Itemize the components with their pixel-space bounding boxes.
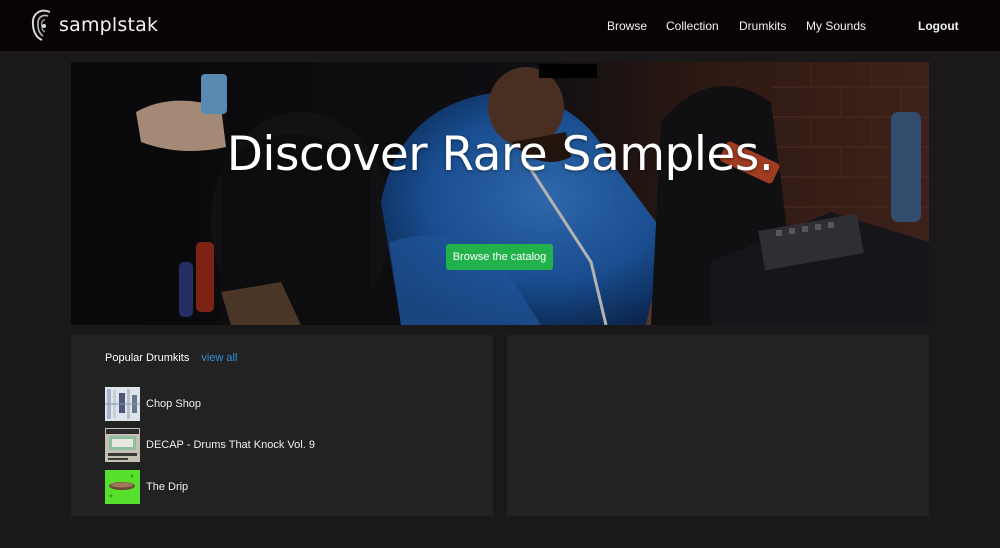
drumkit-thumbnail (105, 387, 140, 421)
brand-name: samplstak (59, 14, 159, 36)
drumkit-item[interactable]: Chop Shop (105, 387, 201, 421)
popular-drumkits-panel: Popular Drumkits view all Chop Shop DECA… (71, 335, 493, 516)
brand-logo[interactable]: samplstak (30, 8, 158, 42)
nav-link-drumkits[interactable]: Drumkits (739, 19, 786, 33)
browse-catalog-button[interactable]: Browse the catalog (446, 244, 553, 270)
drumkit-name: DECAP - Drums That Knock Vol. 9 (146, 439, 315, 451)
panel-header: Popular Drumkits view all (105, 352, 237, 364)
nav-logout: Logout (918, 0, 959, 51)
nav-my-sounds: My Sounds (806, 0, 866, 51)
nav-link-collection[interactable]: Collection (666, 19, 719, 33)
drumkit-name: Chop Shop (146, 398, 202, 410)
nav-drumkits: Drumkits (739, 0, 786, 51)
logout-link[interactable]: Logout (918, 19, 959, 33)
hero-banner: Discover Rare Samples. Browse the catalo… (71, 62, 929, 325)
panel-title: Popular Drumkits (105, 352, 190, 364)
view-all-link[interactable]: view all (201, 352, 237, 364)
nav-link-browse[interactable]: Browse (607, 19, 647, 33)
hero-title: Discover Rare Samples. (226, 127, 774, 182)
nav-link-my-sounds[interactable]: My Sounds (806, 19, 866, 33)
nav-collection: Collection (666, 0, 719, 51)
hero-background-photo (71, 62, 929, 325)
navbar: samplstak Browse Collection Drumkits My … (0, 0, 1000, 51)
drumkit-thumbnail (105, 470, 140, 504)
headphones-logo-icon (31, 9, 51, 41)
nav-browse: Browse (607, 0, 647, 51)
drumkit-item[interactable]: The Drip (105, 470, 188, 504)
drumkit-name: The Drip (146, 481, 189, 493)
drumkit-item[interactable]: DECAP - Drums That Knock Vol. 9 (105, 428, 315, 462)
right-panel (507, 335, 929, 516)
drumkit-thumbnail (105, 428, 140, 462)
